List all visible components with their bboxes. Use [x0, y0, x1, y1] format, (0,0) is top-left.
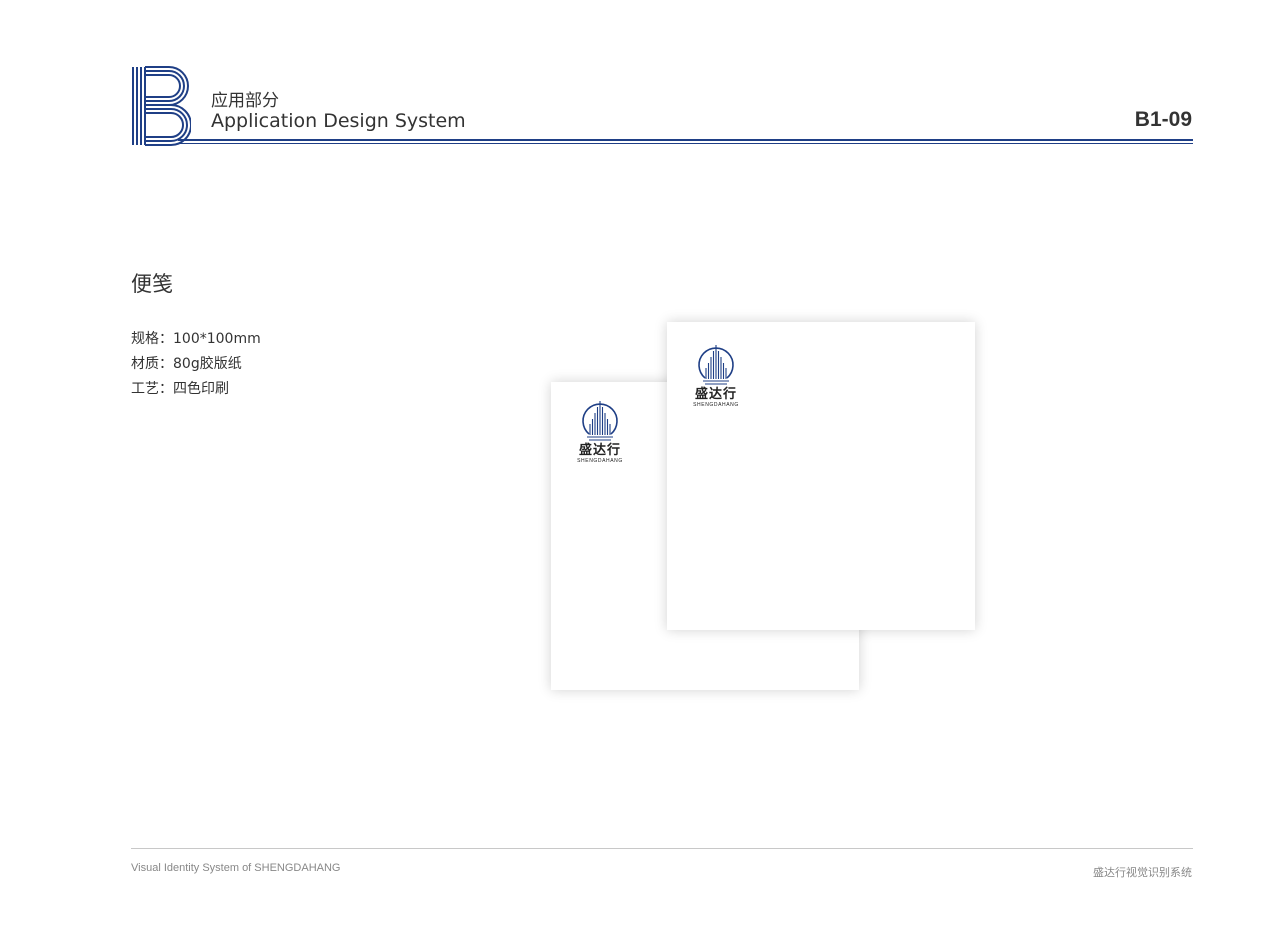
building-circle-logo-icon — [582, 401, 618, 441]
notepad-sheet-front: 盛达行 SHENGDAHANG — [667, 322, 975, 630]
page-code: B1-09 — [1134, 108, 1192, 131]
brand-mark: 盛达行 SHENGDAHANG — [572, 399, 628, 464]
item-title: 便笺 — [131, 272, 173, 296]
footer-left-text: Visual Identity System of SHENGDAHANG — [131, 862, 341, 874]
chapter-b-logo-icon — [132, 66, 191, 146]
brand-name-en: SHENGDAHANG — [577, 458, 623, 464]
building-circle-logo-icon — [698, 345, 734, 385]
footer-right-text: 盛达行视觉识别系统 — [1093, 866, 1192, 879]
spec-material: 材质：80g胶版纸 — [131, 356, 242, 372]
footer-rule — [131, 848, 1193, 849]
spec-size: 规格：100*100mm — [131, 331, 261, 347]
brand-name-cn: 盛达行 — [694, 387, 737, 402]
spec-process: 工艺：四色印刷 — [131, 381, 229, 397]
section-title-en: Application Design System — [211, 110, 466, 132]
brand-name-en: SHENGDAHANG — [693, 402, 739, 408]
brand-mark: 盛达行 SHENGDAHANG — [688, 343, 744, 408]
spec-list: 规格：100*100mm 材质：80g胶版纸 工艺：四色印刷 — [131, 327, 261, 402]
section-title-cn: 应用部分 — [211, 91, 279, 111]
header-rule — [178, 139, 1193, 141]
brand-name-cn: 盛达行 — [578, 443, 621, 458]
header-rule-thin — [178, 143, 1193, 144]
